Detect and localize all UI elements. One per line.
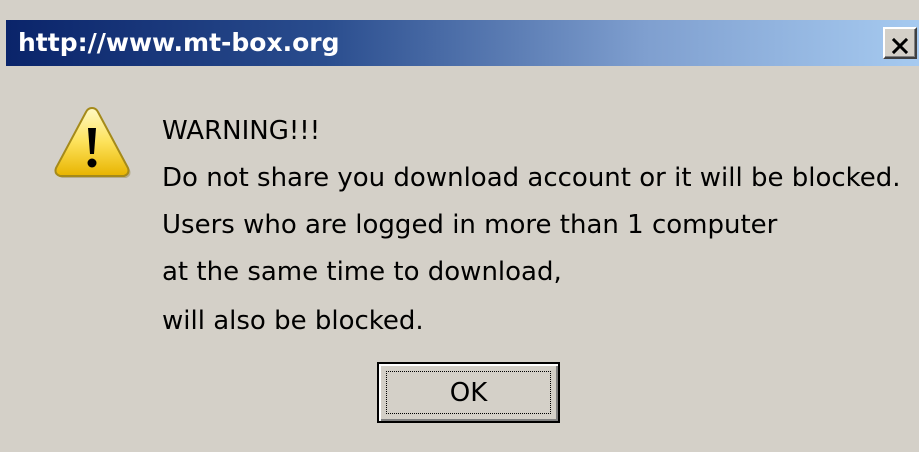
- message-line: Do not share you download account or it …: [162, 163, 901, 193]
- ok-button[interactable]: OK: [377, 362, 560, 423]
- message-line: will also be blocked.: [162, 306, 424, 336]
- window-title: http://www.mt-box.org: [18, 28, 340, 57]
- close-icon: [891, 37, 909, 54]
- message-heading: WARNING!!!: [162, 116, 321, 146]
- close-button[interactable]: [883, 27, 917, 59]
- message-line: at the same time to download,: [162, 257, 562, 287]
- title-bar[interactable]: http://www.mt-box.org: [6, 20, 919, 66]
- alert-dialog: http://www.mt-box.org WARNING!!! Do not …: [0, 0, 919, 452]
- warning-icon: [54, 106, 131, 178]
- message-line: Users who are logged in more than 1 comp…: [162, 210, 778, 240]
- ok-button-label: OK: [386, 371, 551, 414]
